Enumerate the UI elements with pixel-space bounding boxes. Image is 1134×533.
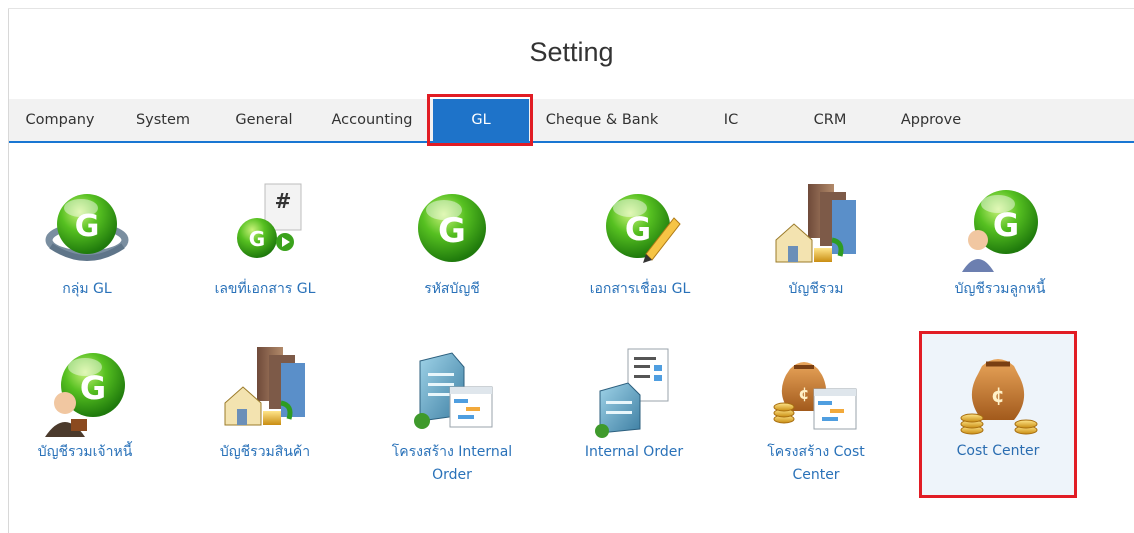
tab-accounting[interactable]: Accounting (327, 99, 417, 141)
tile-label: Cost Center (956, 443, 1040, 459)
tile-summary-account[interactable]: บัญชีรวม (741, 182, 891, 301)
tile-creditor-summary-account[interactable]: G บัญชีรวมเจ้าหนี้ (10, 345, 160, 464)
tile-label: บัญชีรวมสินค้า (219, 444, 311, 460)
tab-general[interactable]: General (227, 99, 301, 141)
svg-text:G: G (438, 211, 466, 251)
tile-label: บัญชีรวมลูกหนี้ (954, 281, 1046, 297)
tile-label: บัญชีรวม (788, 281, 844, 297)
svg-text:#: # (275, 189, 292, 213)
tab-company[interactable]: Company (19, 99, 101, 141)
gl-group-icon: G (45, 194, 129, 261)
gl-link-document-icon: G (606, 194, 681, 263)
gl-account-code-icon: G (418, 194, 486, 262)
title-bar: Setting (9, 9, 1134, 99)
svg-text:¢: ¢ (991, 383, 1005, 407)
cost-center-icon: ¢ (960, 359, 1038, 435)
tile-label: รหัสบัญชี (424, 281, 480, 297)
tile-gl-link-document[interactable]: G เอกสารเชื่อม GL (565, 182, 715, 301)
tab-ic[interactable]: IC (713, 99, 749, 141)
tile-gl-group[interactable]: G กลุ่ม GL (12, 182, 162, 301)
creditor-summary-account-icon: G (45, 353, 125, 437)
inventory-summary-account-icon (224, 347, 305, 426)
tile-label: Internal Order (584, 444, 684, 460)
gl-document-number-icon: # G (237, 183, 302, 258)
tile-label: เลขที่เอกสาร GL (214, 281, 316, 297)
tile-gl-document-number[interactable]: # G เลขที่เอกสาร GL (190, 182, 340, 301)
svg-text:G: G (625, 210, 651, 248)
tile-debtor-summary-account[interactable]: G บัญชีรวมลูกหนี้ (925, 182, 1075, 301)
page-title: Setting (529, 37, 614, 67)
tile-internal-order[interactable]: Internal Order (559, 345, 709, 464)
tile-label: เอกสารเชื่อม GL (589, 281, 691, 297)
tile-label: บัญชีรวมเจ้าหนี้ (37, 444, 133, 460)
tile-cost-center[interactable]: ¢ Cost Center (922, 334, 1074, 495)
svg-text:G: G (249, 227, 265, 251)
internal-order-icon (595, 348, 669, 438)
summary-account-icon (775, 184, 856, 263)
tile-label-line1: โครงสร้าง Internal (391, 444, 513, 460)
debtor-summary-account-icon: G (962, 190, 1038, 272)
cost-center-structure-icon: ¢ (773, 362, 857, 430)
tab-gl[interactable]: GL (433, 99, 529, 141)
tile-internal-order-structure[interactable]: โครงสร้าง Internal Order (377, 345, 527, 487)
tile-label-line2: Center (792, 467, 840, 483)
internal-order-structure-icon (414, 352, 493, 429)
tab-system[interactable]: System (127, 99, 199, 141)
tab-crm[interactable]: CRM (805, 99, 855, 141)
tile-label-line2: Order (432, 467, 472, 483)
svg-text:G: G (993, 206, 1019, 244)
tile-label: กลุ่ม GL (62, 281, 112, 297)
tab-cheque-bank[interactable]: Cheque & Bank (542, 99, 662, 141)
tab-bar: Company System General Accounting GL Che… (9, 99, 1134, 143)
tab-approve[interactable]: Approve (893, 99, 969, 141)
tile-cost-center-structure[interactable]: ¢ โครงสร้าง Cost Center (741, 345, 891, 487)
tile-label-line1: โครงสร้าง Cost (767, 444, 865, 460)
svg-text:¢: ¢ (798, 384, 809, 403)
tile-inventory-summary-account[interactable]: บัญชีรวมสินค้า (190, 345, 340, 464)
svg-text:G: G (80, 369, 106, 407)
svg-text:G: G (75, 209, 100, 244)
tile-gl-account-code[interactable]: G รหัสบัญชี (377, 182, 527, 301)
